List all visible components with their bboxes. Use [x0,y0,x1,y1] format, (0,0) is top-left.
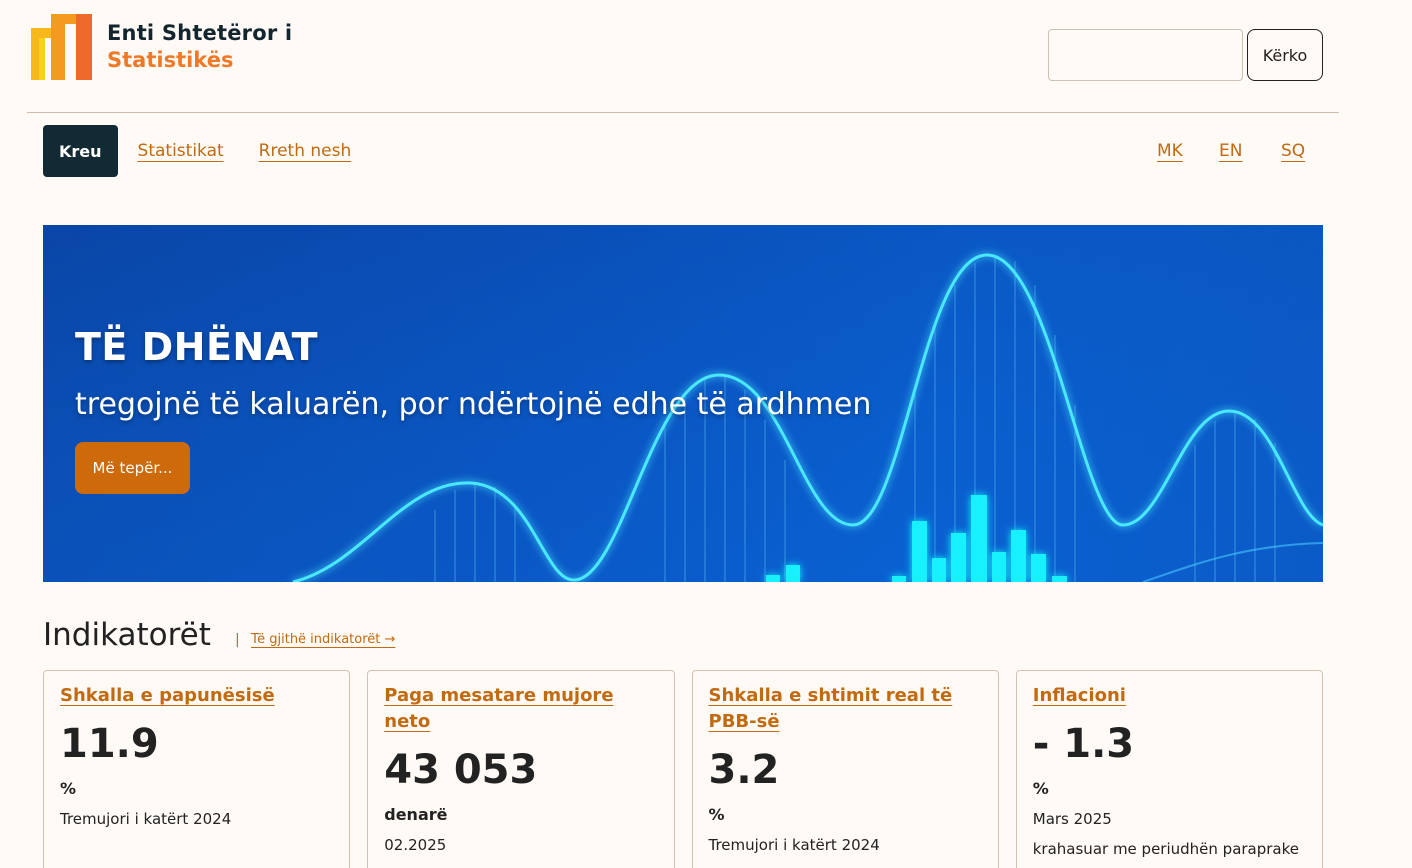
nav-item-kreu[interactable]: Kreu [43,125,118,177]
indicator-card-value: 43 053 [384,747,538,793]
indicator-card-unit: % [1032,779,1049,798]
indicator-cards: Shkalla e papunësisë 11.9 % Tremujori i … [43,670,1323,868]
indicator-card-title[interactable]: Shkalla e shtimit real të PBB-së [709,683,982,735]
logo-icon [31,14,93,80]
indicator-card-value: 11.9 [60,721,159,767]
hero-title: TË DHËNAT [75,325,319,369]
hero-subtitle: tregojnë të kaluarën, por ndërtojnë edhe… [75,387,872,422]
indicator-card-salary: Paga mesatare mujore neto 43 053 denarë … [367,670,675,868]
indicator-card-note: krahasuar me periudhën paraprake [1032,840,1300,858]
indicator-card-period: 02.2025 [384,836,447,854]
indicators-heading: Indikatorët [43,617,211,653]
indicator-card-period: Tremujori i katërt 2024 [60,810,232,828]
indicator-card-value: - 1.3 [1032,721,1135,767]
indicator-card-inflation: Inflacioni - 1.3 % Mars 2025 krahasuar m… [1015,670,1323,868]
main-nav: Kreu Statistikat Rreth nesh [43,125,351,177]
indicator-card-gdp-growth: Shkalla e shtimit real të PBB-së 3.2 % T… [691,670,999,868]
indicator-card-period: Mars 2025 [1032,810,1112,828]
indicator-card-unit: % [60,779,77,798]
nav-item-statistikat[interactable]: Statistikat [138,141,224,161]
indicator-card-unit: % [708,805,725,824]
indicator-card-unemployment: Shkalla e papunësisë 11.9 % Tremujori i … [43,670,351,868]
indicator-card-value: 3.2 [708,747,780,793]
language-switcher: MK [1157,141,1183,161]
logo-title-line1: Enti Shtetëror i [107,21,293,45]
nav-item-rreth-nesh[interactable]: Rreth nesh [259,141,352,161]
search-button[interactable]: Kërko [1247,29,1323,81]
language-switcher-sq: SQ [1281,141,1305,161]
indicator-card-title[interactable]: Inflacioni [1033,683,1306,709]
all-indicators-link[interactable]: Të gjithë indikatorët → [251,632,395,647]
site-logo[interactable]: Enti Shtetëror i Statistikës [31,14,292,80]
hero-banner: TË DHËNAT tregojnë të kaluarën, por ndër… [43,225,1323,582]
site-header: Enti Shtetëror i Statistikës Kërko [0,0,1412,113]
hero-more-button[interactable]: Më tepër... [75,442,190,494]
logo-title-line2: Statistikës [107,48,234,72]
indicator-card-title[interactable]: Shkalla e papunësisë [60,683,333,709]
search-input[interactable] [1048,29,1243,81]
indicators-separator: | [235,632,240,648]
indicator-card-unit: denarë [384,805,448,824]
header-divider [27,112,1339,113]
lang-sq[interactable]: SQ [1281,141,1305,161]
language-switcher-en: EN [1219,141,1242,161]
indicator-card-title[interactable]: Paga mesatare mujore neto [384,683,657,735]
indicator-card-period: Tremujori i katërt 2024 [708,836,880,854]
lang-en[interactable]: EN [1219,141,1242,161]
lang-mk[interactable]: MK [1157,141,1183,161]
